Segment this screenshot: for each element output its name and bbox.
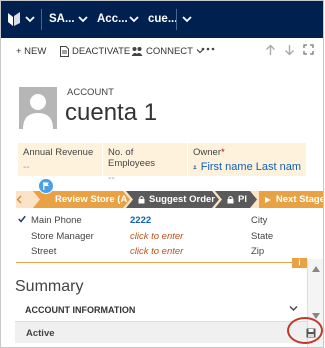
chevron-down-icon[interactable] [289,305,298,312]
city-label: City [251,215,268,226]
checkmark-icon [18,215,26,223]
record-link[interactable]: cue... [148,1,177,38]
flag-icon [43,182,49,190]
dynamics-logo-icon[interactable] [7,11,21,27]
lock-icon [138,195,145,204]
owner-link[interactable]: First name Last nam [201,161,301,173]
chevron-down-icon[interactable] [129,14,139,24]
lock-icon [227,195,234,204]
stage-label: Suggest Order [149,194,215,205]
zip-label: Zip [251,246,265,257]
arrow-down-icon[interactable] [284,44,295,56]
chevron-left-icon[interactable] [16,195,22,204]
owner-label: Owner [193,147,221,158]
street-input[interactable]: click to enter [130,246,183,257]
store-manager-label: Store Manager [31,231,94,242]
scroll-up-icon[interactable] [312,266,320,272]
required-marker: * [220,147,225,158]
business-process-bar: Review Store (A Suggest Order Pl Next St… [16,191,324,208]
document-icon [60,45,69,57]
state-label: State [251,231,274,242]
more-commands-icon[interactable] [201,47,215,51]
new-label: + NEW [16,45,47,57]
employees-label: No. of Employees [108,147,155,169]
next-stage-label: Next Stage [275,194,324,205]
account-avatar[interactable] [19,87,57,129]
employees-value: -- [108,173,115,184]
arrow-right-icon [265,196,271,203]
connect-button[interactable]: CONNECT [131,43,204,59]
annual-revenue-field[interactable]: Annual Revenue -- [18,143,102,176]
nav-separator [41,9,42,30]
record-status: Active [26,328,55,339]
area-link[interactable]: Acc... [97,1,128,38]
save-highlight-ring [287,317,323,344]
connect-icon [131,46,143,56]
command-bar: + NEW DEACTIVATE CONNECT [1,38,323,64]
entity-type-label: ACCOUNT [67,87,114,98]
chevron-down-icon[interactable] [78,14,88,24]
status-bar: Active [15,321,307,343]
main-phone-label: Main Phone [31,215,82,226]
connect-label: CONNECT [146,45,193,57]
deactivate-label: DEACTIVATE [72,45,131,57]
stage-place-order[interactable]: Pl [215,191,257,208]
nav-separator [176,9,177,30]
owner-field[interactable]: Owner* First name Last nam [188,143,306,176]
user-icon [193,165,197,170]
app-name-link[interactable]: SA... [49,1,75,38]
main-phone-value[interactable]: 2222 [130,215,151,226]
employees-field[interactable]: No. of Employees -- [103,143,187,184]
street-label: Street [31,246,57,257]
annual-revenue-label: Annual Revenue [23,147,94,158]
summary-tab-title[interactable]: Summary [15,278,83,296]
new-button[interactable]: + NEW [16,43,46,59]
record-title: cuenta 1 [65,99,158,126]
info-badge[interactable]: i [292,258,307,268]
deactivate-button[interactable]: DEACTIVATE [60,43,130,59]
store-manager-input[interactable]: click to enter [130,231,183,242]
top-navigation-bar: SA... Acc... cue... [1,1,323,38]
stage-suggest-order[interactable]: Suggest Order [126,191,219,208]
stage-label: Pl [238,194,247,205]
stage-label: Review Store (A [55,194,128,205]
active-stage-flag [38,178,54,194]
section-header[interactable]: ACCOUNT INFORMATION [25,305,307,315]
section-divider [16,262,307,272]
expand-icon[interactable] [303,44,314,55]
next-stage-button[interactable]: Next Stage [259,191,324,208]
chevron-down-icon[interactable] [182,14,192,24]
app-window: SA... Acc... cue... + NEW DEACTIVATE CON… [0,0,324,348]
annual-revenue-value: -- [23,162,30,173]
arrow-up-icon[interactable] [265,44,276,56]
chevron-down-icon[interactable] [25,14,35,24]
person-silhouette-icon [23,94,53,129]
